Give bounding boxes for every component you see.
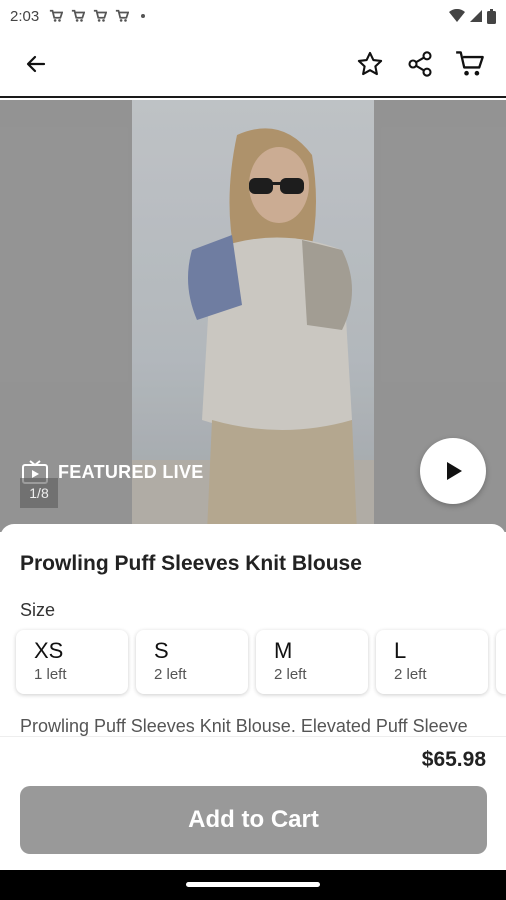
size-option-xs[interactable]: XS 1 left <box>16 630 128 694</box>
product-sheet: Prowling Puff Sleeves Knit Blouse Size X… <box>0 524 506 870</box>
favorite-button[interactable] <box>350 44 390 84</box>
size-option-s[interactable]: S 2 left <box>136 630 248 694</box>
size-selector: XS 1 left S 2 left M 2 left L 2 left <box>16 630 506 694</box>
signal-icon <box>470 10 482 22</box>
status-time: 2:03 <box>10 7 40 25</box>
more-notifications-dot <box>141 14 146 18</box>
play-icon <box>447 462 462 480</box>
cart-button[interactable] <box>450 44 490 84</box>
size-name: S <box>154 638 169 663</box>
size-name: XS <box>34 638 64 663</box>
size-stock: 2 left <box>154 666 187 683</box>
arrow-left-icon <box>26 55 46 73</box>
image-counter: 1/8 <box>20 478 58 508</box>
back-button[interactable] <box>16 44 56 84</box>
system-icons <box>449 8 496 24</box>
app-actions <box>350 44 490 84</box>
size-name: L <box>394 638 407 663</box>
system-nav-bar <box>0 870 506 900</box>
cart-notification-icon <box>72 9 86 22</box>
wifi-icon <box>449 9 465 22</box>
app-bar <box>0 32 506 98</box>
size-label: Size <box>20 600 56 620</box>
featured-live-label: FEATURED LIVE <box>58 461 204 482</box>
product-title: Prowling Puff Sleeves Knit Blouse <box>20 552 362 575</box>
cart-icon <box>456 51 484 76</box>
notification-icons <box>49 9 146 23</box>
size-option-m[interactable]: M 2 left <box>256 630 368 694</box>
star-icon <box>357 51 383 76</box>
size-option-l[interactable]: L 2 left <box>376 630 488 694</box>
product-description: Prowling Puff Sleeves Knit Blouse. Eleva… <box>20 716 468 736</box>
product-media[interactable]: FEATURED LIVE 1/8 <box>0 100 506 532</box>
size-stock: 2 left <box>274 666 307 683</box>
add-to-cart-button[interactable]: Add to Cart <box>20 786 487 854</box>
play-button[interactable] <box>420 438 486 504</box>
cart-notification-icon <box>94 9 108 22</box>
cart-notification-icon <box>50 9 64 22</box>
cart-notification-icon <box>116 9 130 22</box>
size-stock: 1 left <box>34 666 67 683</box>
product-price: $65.98 <box>421 748 486 771</box>
size-option-next-partial[interactable] <box>496 630 506 694</box>
home-gesture-handle[interactable] <box>186 882 320 887</box>
size-name: M <box>274 638 293 663</box>
divider <box>0 736 506 737</box>
battery-icon <box>487 8 496 24</box>
size-stock: 2 left <box>394 666 427 683</box>
share-icon <box>408 51 432 77</box>
share-button[interactable] <box>400 44 440 84</box>
status-bar: 2:03 <box>0 0 506 32</box>
